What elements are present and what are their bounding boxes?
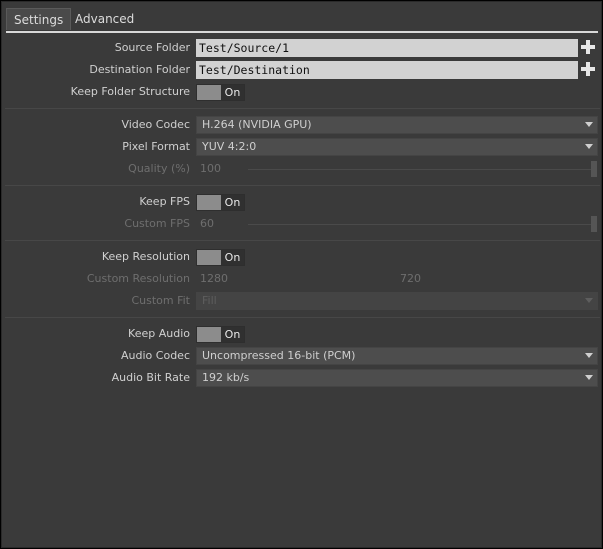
custom-fit-label: Custom Fit (131, 294, 190, 307)
keep-fps-label: Keep FPS (139, 195, 190, 208)
custom-fps-slider-handle[interactable] (591, 216, 597, 232)
chevron-down-icon (585, 375, 593, 380)
toggle-state: On (224, 328, 241, 341)
tab-settings[interactable]: Settings (6, 8, 72, 30)
custom-fps-slider-track[interactable] (248, 224, 592, 225)
source-folder-row: Source Folder Test/Source/1 (2, 38, 602, 58)
pixel-format-value: YUV 4:2:0 (202, 140, 257, 153)
destination-folder-input[interactable]: Test/Destination (196, 61, 578, 79)
destination-folder-label: Destination Folder (89, 63, 190, 76)
video-codec-select[interactable]: H.264 (NVIDIA GPU) (196, 116, 598, 134)
chevron-down-icon (585, 298, 593, 303)
video-codec-row: Video Codec H.264 (NVIDIA GPU) (2, 115, 602, 135)
audio-bit-rate-select[interactable]: 192 kb/s (196, 369, 598, 387)
toggle-knob (197, 327, 221, 342)
custom-fit-select[interactable]: Fill (196, 292, 598, 310)
source-folder-input[interactable]: Test/Source/1 (196, 39, 578, 57)
keep-fps-row: Keep FPS On (2, 192, 602, 212)
tab-bar: Settings Advanced (6, 8, 598, 33)
video-codec-value: H.264 (NVIDIA GPU) (202, 118, 312, 131)
keep-audio-toggle[interactable]: On (196, 326, 245, 343)
toggle-knob (197, 195, 221, 210)
audio-bit-rate-row: Audio Bit Rate 192 kb/s (2, 368, 602, 388)
tab-advanced[interactable]: Advanced (68, 8, 141, 30)
chevron-down-icon (585, 353, 593, 358)
keep-resolution-label: Keep Resolution (101, 250, 190, 263)
custom-resolution-label: Custom Resolution (86, 272, 190, 285)
toggle-knob (197, 85, 221, 100)
quality-slider-handle[interactable] (591, 161, 597, 177)
audio-codec-select[interactable]: Uncompressed 16-bit (PCM) (196, 347, 598, 365)
chevron-down-icon (585, 122, 593, 127)
keep-folder-structure-label: Keep Folder Structure (70, 85, 190, 98)
plus-icon[interactable] (580, 61, 596, 77)
toggle-state: On (224, 251, 241, 264)
audio-codec-row: Audio Codec Uncompressed 16-bit (PCM) (2, 346, 602, 366)
toggle-state: On (224, 86, 241, 99)
pixel-format-select[interactable]: YUV 4:2:0 (196, 138, 598, 156)
pixel-format-row: Pixel Format YUV 4:2:0 (2, 137, 602, 157)
separator (5, 108, 600, 109)
toggle-knob (197, 250, 221, 265)
custom-resolution-row: Custom Resolution 1280 720 (2, 269, 602, 289)
custom-fps-row: Custom FPS 60 (2, 214, 602, 234)
quality-label: Quality (%) (128, 162, 190, 175)
chevron-down-icon (585, 144, 593, 149)
quality-row: Quality (%) 100 (2, 159, 602, 179)
keep-folder-structure-row: Keep Folder Structure On (2, 82, 602, 102)
plus-icon[interactable] (580, 39, 596, 55)
keep-resolution-row: Keep Resolution On (2, 247, 602, 267)
keep-audio-row: Keep Audio On (2, 324, 602, 344)
toggle-state: On (224, 196, 241, 209)
video-codec-label: Video Codec (121, 118, 190, 131)
custom-resolution-height[interactable]: 720 (400, 269, 421, 289)
quality-value: 100 (200, 162, 221, 175)
audio-bit-rate-value: 192 kb/s (202, 371, 250, 384)
custom-fit-row: Custom Fit Fill (2, 291, 602, 311)
audio-codec-value: Uncompressed 16-bit (PCM) (202, 349, 356, 362)
pixel-format-label: Pixel Format (122, 140, 190, 153)
custom-fps-value: 60 (200, 217, 214, 230)
keep-fps-toggle[interactable]: On (196, 194, 245, 211)
separator (5, 240, 600, 241)
audio-codec-label: Audio Codec (121, 349, 190, 362)
custom-fit-value: Fill (202, 294, 217, 307)
custom-resolution-width[interactable]: 1280 (200, 269, 228, 289)
destination-folder-row: Destination Folder Test/Destination (2, 60, 602, 80)
quality-slider-track[interactable] (248, 169, 592, 170)
audio-bit-rate-label: Audio Bit Rate (111, 371, 190, 384)
custom-fps-label: Custom FPS (124, 217, 190, 230)
keep-folder-structure-toggle[interactable]: On (196, 84, 245, 101)
keep-resolution-toggle[interactable]: On (196, 249, 245, 266)
settings-window: Settings Advanced Source Folder Test/Sou… (1, 1, 602, 548)
separator (5, 185, 600, 186)
separator (5, 317, 600, 318)
keep-audio-label: Keep Audio (128, 327, 190, 340)
source-folder-label: Source Folder (114, 41, 190, 54)
